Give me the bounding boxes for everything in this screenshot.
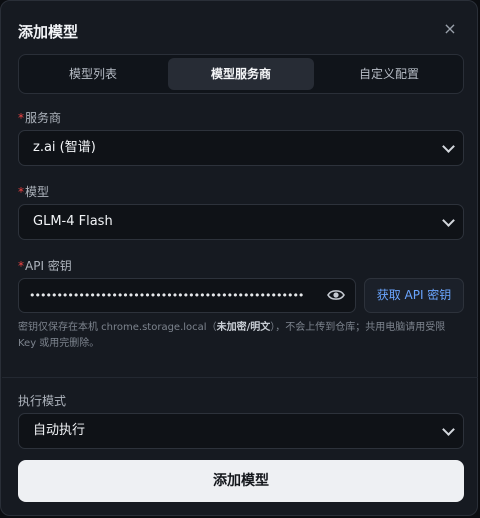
tab-model-list[interactable]: 模型列表: [22, 58, 164, 90]
add-model-dialog: 添加模型 × 模型列表 模型服务商 自定义配置 *服务商 z.ai (智谱) *…: [0, 0, 478, 516]
chevron-down-icon: [442, 140, 455, 153]
provider-label: *服务商: [18, 111, 62, 125]
tab-bar: 模型列表 模型服务商 自定义配置: [18, 54, 464, 94]
exec-mode-label: 执行模式: [18, 394, 67, 408]
provider-select[interactable]: z.ai (智谱): [18, 130, 464, 166]
get-api-key-button[interactable]: 获取 API 密钥: [364, 278, 464, 313]
required-mark: *: [18, 185, 24, 199]
tab-model-provider[interactable]: 模型服务商: [168, 58, 314, 90]
dialog-title: 添加模型: [18, 23, 79, 41]
chevron-down-icon: [442, 423, 455, 436]
add-model-button[interactable]: 添加模型: [18, 460, 464, 502]
api-key-hint: 密钥仅保存在本机 chrome.storage.local（未加密/明文），不会…: [18, 322, 446, 349]
tab-custom-config[interactable]: 自定义配置: [318, 58, 460, 90]
model-label: *模型: [18, 185, 50, 199]
eye-icon[interactable]: [327, 288, 345, 302]
chevron-down-icon: [442, 214, 455, 227]
model-select[interactable]: GLM-4 Flash: [18, 204, 464, 240]
close-icon[interactable]: ×: [441, 19, 459, 39]
section-divider: [2, 377, 478, 378]
required-mark: *: [18, 111, 24, 125]
exec-mode-select[interactable]: 自动执行: [18, 413, 464, 449]
required-mark: *: [18, 259, 24, 273]
api-key-label: *API 密钥: [18, 259, 72, 273]
api-key-input[interactable]: ••••••••••••••••••••••••••••••••••••••••…: [18, 278, 356, 313]
